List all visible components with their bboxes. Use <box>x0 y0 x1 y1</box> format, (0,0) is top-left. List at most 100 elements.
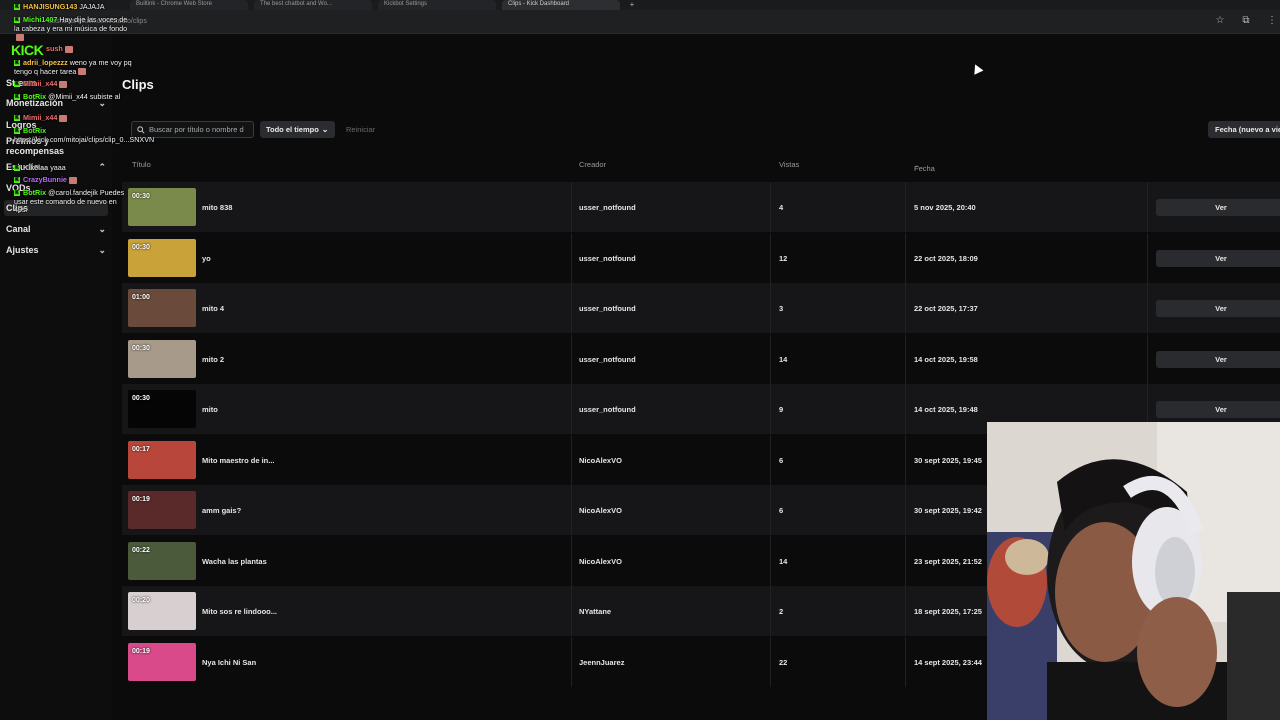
table-row[interactable]: 00:30 mito 2 usser_notfound 14 14 oct 2025, … <box>122 333 1280 384</box>
emote-icon <box>59 80 68 88</box>
column-divider <box>770 434 771 485</box>
column-divider <box>905 434 906 485</box>
column-divider <box>571 333 572 384</box>
clip-views: 22 <box>779 657 788 667</box>
table-row[interactable]: 00:30 mito 838 usser_notfound 4 5 nov 2025, … <box>122 182 1280 232</box>
clip-title: yo <box>202 253 211 263</box>
clip-duration: 01:00 <box>132 294 150 301</box>
column-divider <box>770 182 771 232</box>
column-divider <box>770 535 771 586</box>
webcam-person-image <box>987 422 1280 720</box>
chat-message: K BotRix https://kick.com/mitojai/clips/c… <box>14 126 154 144</box>
column-divider <box>571 586 572 636</box>
search-placeholder: Buscar por título o nombre d <box>149 125 244 134</box>
column-divider <box>571 232 572 283</box>
emote-icon <box>78 68 87 76</box>
browser-tab[interactable]: Kickbot Settings <box>378 0 496 10</box>
column-header-title[interactable]: Título <box>132 160 151 169</box>
column-divider <box>905 535 906 586</box>
table-row[interactable]: 00:30 yo usser_notfound 12 22 oct 2025, 18:0… <box>122 232 1280 283</box>
column-divider <box>770 283 771 333</box>
table-header: Título Creador Vistas Fecha ⌃ <box>122 156 1280 174</box>
chat-username: Kikelaa <box>23 163 49 172</box>
bookmark-star-icon[interactable]: ☆ <box>1214 15 1226 27</box>
reset-button[interactable]: Reiniciar <box>346 121 375 138</box>
view-clip-button[interactable]: Ver <box>1156 199 1280 216</box>
browser-tab[interactable]: The best chatbot and Wo... <box>254 0 372 10</box>
clip-title: mito 4 <box>202 304 225 313</box>
column-divider <box>770 636 771 687</box>
clip-duration: 00:20 <box>132 597 150 604</box>
emote-icon <box>16 33 24 41</box>
chat-message: K Michi1407 Hay dije las voces de la cabe… <box>14 15 132 42</box>
clip-views: 6 <box>779 455 784 465</box>
browser-tab[interactable]: Builtink - Chrome Web Store <box>130 0 248 10</box>
chat-username: sush <box>46 44 63 53</box>
chat-text: https://kick.com/mitojai/clips/clip_0...… <box>14 134 155 144</box>
column-divider <box>1147 232 1148 283</box>
view-clip-button[interactable]: Ver <box>1156 350 1280 368</box>
clip-views: 14 <box>779 556 788 566</box>
kick-badge-icon: K <box>14 4 20 11</box>
column-divider <box>905 333 906 384</box>
clip-views: 4 <box>779 203 784 212</box>
browser-tab-strip: Builtink - Chrome Web Store The best cha… <box>0 0 1280 10</box>
kick-logo: KICK <box>11 42 44 58</box>
clip-date: 30 sept 2025, 19:42 <box>914 506 982 515</box>
new-tab-icon[interactable]: + <box>626 0 638 10</box>
column-divider <box>1147 182 1148 232</box>
clip-duration: 00:19 <box>132 496 150 503</box>
kick-badge-icon: K <box>14 177 20 184</box>
clip-date: 30 sept 2025, 19:45 <box>914 455 982 465</box>
clip-title: mito <box>202 405 218 414</box>
table-row[interactable]: 01:00 mito 4 usser_notfound 3 22 oct 2025, 1… <box>122 283 1280 333</box>
profile-icon[interactable]: ⋮ <box>1266 15 1278 27</box>
clip-title: mito 838 <box>202 203 233 212</box>
sidebar-item-channel[interactable]: Canal ⌄ <box>6 221 106 237</box>
column-divider <box>905 182 906 232</box>
column-divider <box>905 232 906 283</box>
chat-message: Kadrii_lopezzz weno ya me voy pq tengo q… <box>14 58 132 76</box>
clip-creator: NYattane <box>579 607 612 616</box>
column-divider <box>1147 283 1148 333</box>
column-header-creator[interactable]: Creador <box>579 160 606 169</box>
view-clip-button[interactable]: Ver <box>1156 401 1280 418</box>
clip-date: 23 sept 2025, 21:52 <box>914 556 982 566</box>
chevron-down-icon: ⌄ <box>321 125 329 134</box>
column-divider <box>571 636 572 687</box>
clip-creator: usser_notfound <box>579 354 636 364</box>
view-clip-button[interactable]: Ver <box>1156 249 1280 267</box>
extensions-icon[interactable]: ⧉ <box>1240 15 1252 27</box>
chat-message: K BotRix @Mimii_x44 subiste al <box>14 92 132 102</box>
clip-views: 6 <box>779 506 784 515</box>
column-divider <box>905 384 906 434</box>
clip-title: Wacha las plantas <box>202 556 267 566</box>
emote-icon <box>59 114 68 122</box>
clip-duration: 00:30 <box>132 193 150 200</box>
clip-title: Mito sos re lindooo... <box>202 607 277 616</box>
clip-date: 5 nov 2025, 20:40 <box>914 203 976 212</box>
chat-message: K BotRix @carol.fandejik Puedes usar este… <box>14 188 132 215</box>
chat-message: K CrazyBunnie <box>14 175 132 185</box>
browser-tab-active[interactable]: Clips - Kick Dashboard <box>502 0 620 10</box>
column-divider <box>770 333 771 384</box>
clip-creator: usser_notfound <box>579 253 636 263</box>
kick-badge-icon: K <box>14 17 20 24</box>
address-bar[interactable]: dashboard.kick.com/studio/clips <box>28 14 1218 29</box>
column-divider <box>571 485 572 535</box>
column-header-views[interactable]: Vistas <box>779 160 799 169</box>
kick-badge-icon: K <box>14 165 20 172</box>
column-divider <box>571 283 572 333</box>
view-clip-button[interactable]: Ver <box>1156 300 1280 317</box>
time-filter-dropdown[interactable]: Todo el tiempo ⌄ <box>260 121 335 138</box>
emote-icon <box>64 45 73 53</box>
sort-dropdown[interactable]: Fecha (nuevo a viejo) <box>1208 121 1280 138</box>
chat-username: CrazyBunnie <box>23 175 67 184</box>
sidebar-item-settings[interactable]: Ajustes ⌄ <box>6 242 106 258</box>
clip-creator: JeennJuarez <box>579 657 625 667</box>
clip-creator: usser_notfound <box>579 405 636 414</box>
time-filter-label: Todo el tiempo <box>266 125 319 134</box>
kick-badge-icon: K <box>14 81 20 88</box>
clip-views: 2 <box>779 607 784 616</box>
column-divider <box>770 485 771 535</box>
